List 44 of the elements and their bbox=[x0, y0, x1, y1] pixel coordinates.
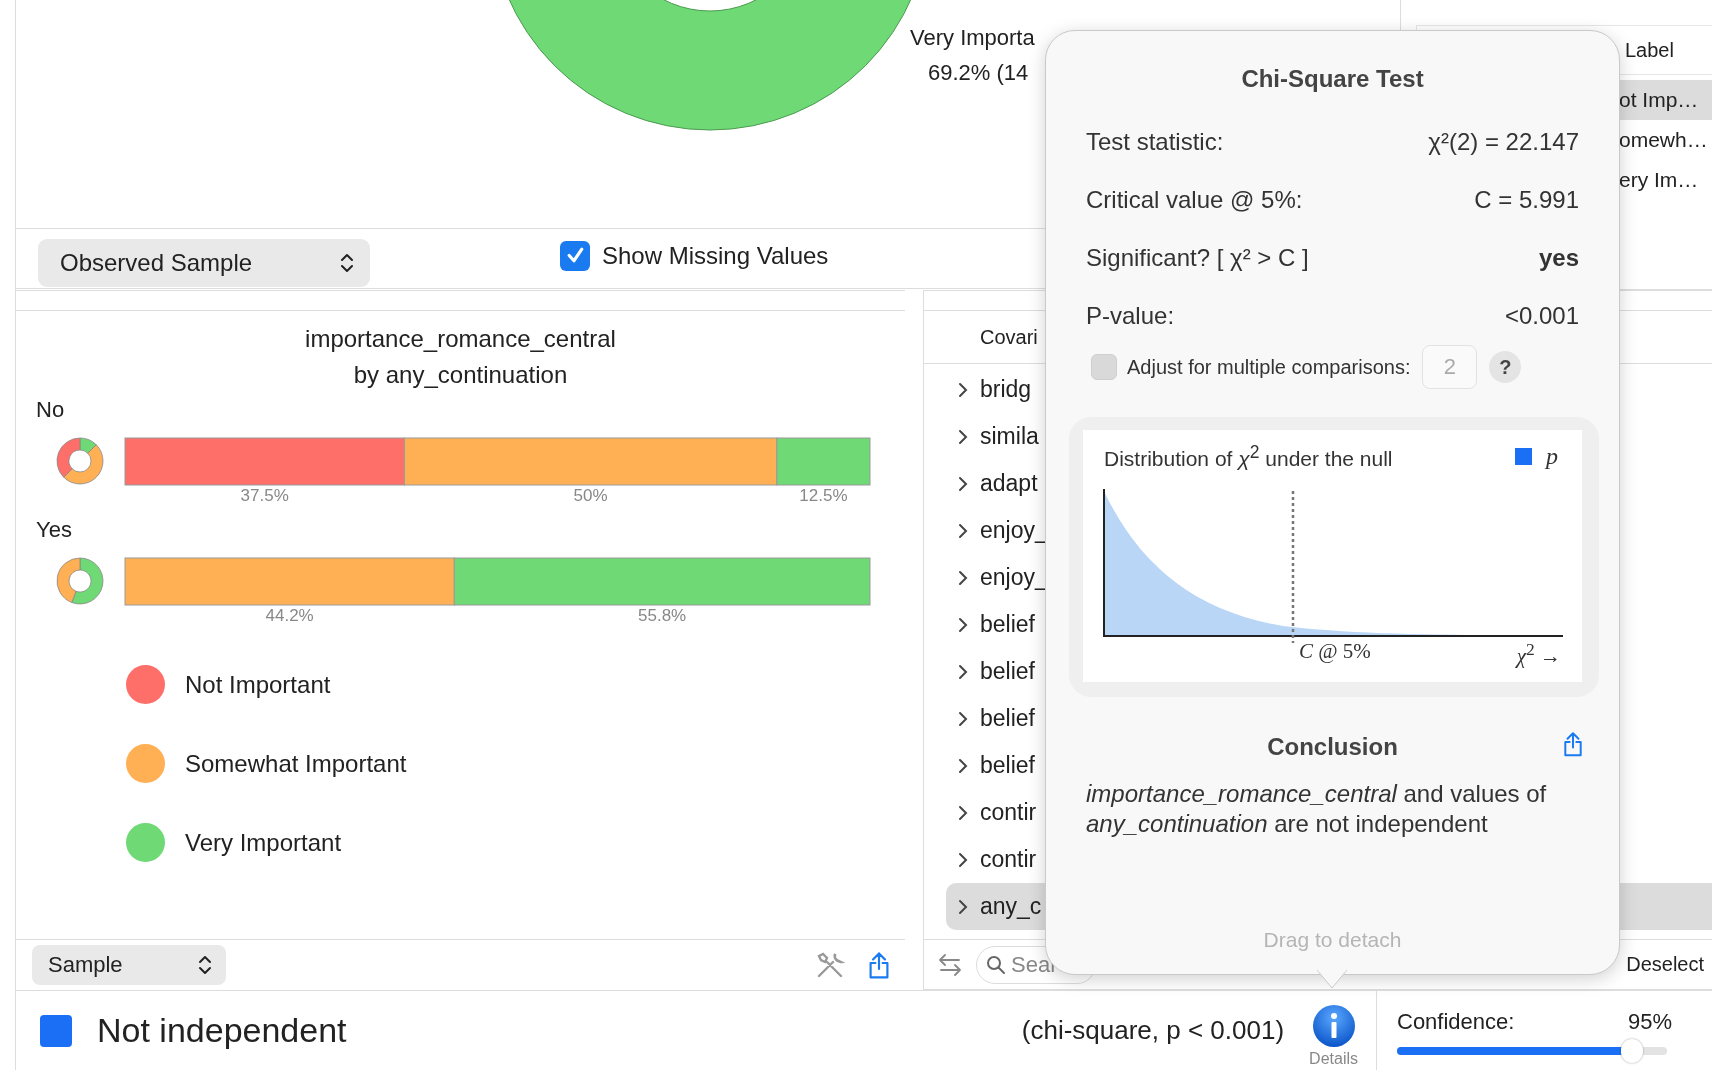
value-label: 50% bbox=[573, 486, 608, 505]
result-detail: (chi-square, p < 0.001) bbox=[1021, 1015, 1285, 1046]
covariate-name: contir bbox=[980, 846, 1037, 873]
slice-label: Very Importa bbox=[910, 25, 1035, 50]
stat-label: Significant? [ χ² > C ] bbox=[1086, 244, 1309, 272]
chart-title: by any_continuation bbox=[353, 360, 568, 390]
confidence-value: 95% bbox=[1627, 1009, 1672, 1035]
category-label: No bbox=[36, 397, 65, 422]
covariate-name: belief bbox=[980, 752, 1035, 779]
axis-label: χ$^{2}$ → bbox=[1516, 639, 1561, 669]
stat-label: Test statistic: bbox=[1086, 128, 1224, 156]
section-title: Conclusion bbox=[1267, 733, 1398, 761]
chart-title: importance_romance_central bbox=[305, 324, 616, 354]
covariate-name: bridg bbox=[980, 376, 1032, 403]
covariate-name: simila bbox=[980, 423, 1039, 450]
conclusion-text: importance_romance_central and values of any_continuation are not independent bbox=[1086, 779, 1548, 839]
covariate-name: enjoy_ bbox=[980, 517, 1048, 544]
covariate-name: contir bbox=[980, 799, 1037, 826]
value-label: 44.2% bbox=[265, 606, 314, 625]
slice-value: 69.2% (14 bbox=[928, 60, 1029, 85]
covariate-name: any_c bbox=[980, 893, 1042, 920]
value-label: 55.8% bbox=[638, 606, 687, 625]
covariate-name: adapt bbox=[980, 470, 1038, 497]
covariate-name: belief bbox=[980, 658, 1035, 685]
stat-label: Critical value @ 5%: bbox=[1086, 186, 1303, 214]
confidence-label: Confidence: bbox=[1397, 1009, 1515, 1035]
result-text: Not independent bbox=[97, 1011, 347, 1050]
stat-value: C = 5.991 bbox=[1474, 186, 1579, 214]
stat-value: yes bbox=[1538, 244, 1579, 272]
chart-title: Distribution of χ$^{2}$ under the null bbox=[1104, 442, 1393, 471]
value-label: 37.5% bbox=[240, 486, 289, 505]
drag-hint: Drag to detach bbox=[1263, 928, 1402, 952]
legend-label: Not Important bbox=[185, 670, 331, 699]
legend-label: Very Important bbox=[185, 828, 342, 857]
critical-label: C @ 5% bbox=[1299, 639, 1371, 665]
covariate-name: belief bbox=[980, 705, 1035, 732]
covariate-name: enjoy_ bbox=[980, 564, 1048, 591]
checkbox-label: Show Missing Values bbox=[602, 241, 829, 270]
legend-label: Somewhat Important bbox=[185, 749, 407, 778]
covariate-name: belief bbox=[980, 611, 1035, 638]
value-label: 12.5% bbox=[799, 486, 848, 505]
legend-label: p bbox=[1546, 443, 1558, 470]
stat-value: χ²(2) = 22.147 bbox=[1428, 128, 1579, 156]
category-label: Yes bbox=[36, 517, 72, 542]
